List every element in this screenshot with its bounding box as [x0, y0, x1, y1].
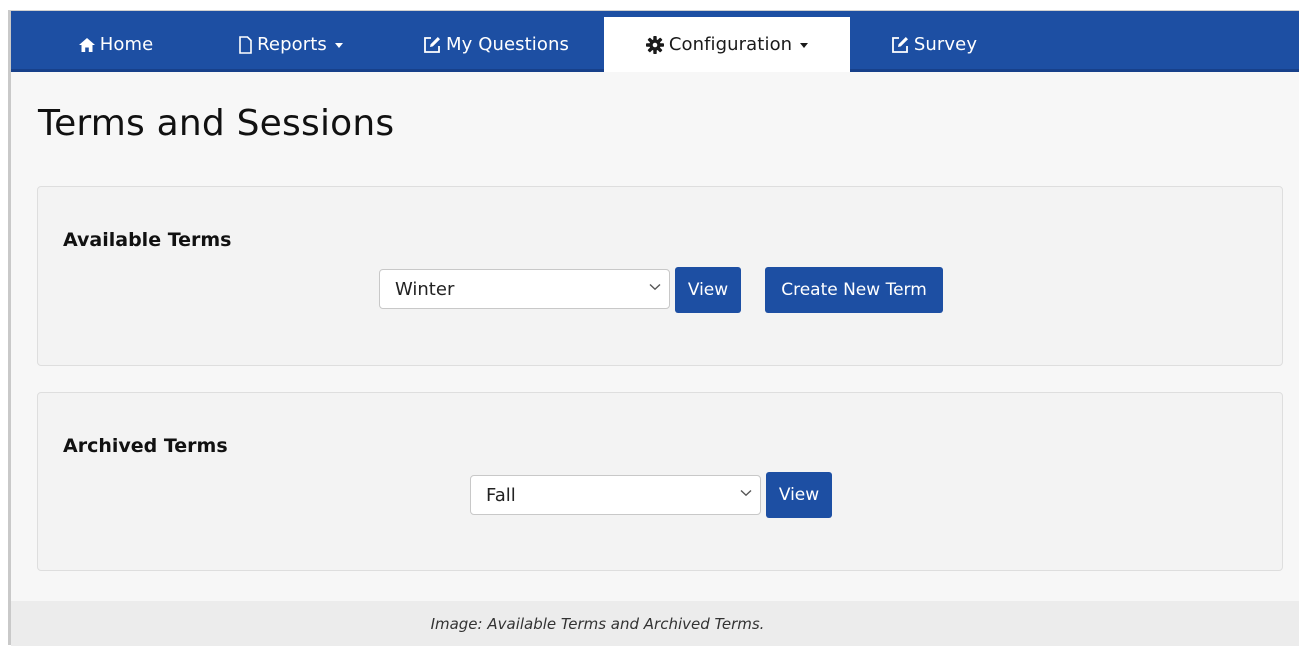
- archived-terms-view-button[interactable]: View: [766, 472, 832, 518]
- available-terms-heading: Available Terms: [63, 229, 232, 251]
- nav-configuration[interactable]: Configuration: [604, 17, 850, 72]
- nav-survey-label: Survey: [913, 34, 978, 55]
- archived-terms-panel: Archived Terms Fall View: [37, 392, 1283, 571]
- archived-terms-select[interactable]: Fall: [470, 475, 761, 515]
- nav-my-questions-label: My Questions: [446, 34, 569, 55]
- available-terms-selected: Winter: [395, 278, 455, 300]
- page-title: Terms and Sessions: [38, 103, 395, 144]
- app-frame: Home Reports My Questions Configuration …: [8, 10, 1299, 646]
- nav-configuration-label: Configuration: [668, 34, 793, 55]
- chevron-down-icon: [649, 283, 661, 291]
- edit-icon: [424, 36, 440, 53]
- chevron-down-icon: [334, 43, 343, 48]
- chevron-down-icon: [740, 489, 752, 497]
- archived-terms-heading: Archived Terms: [63, 435, 228, 457]
- nav-survey[interactable]: Survey: [879, 17, 989, 72]
- create-new-term-label: Create New Term: [781, 280, 927, 300]
- nav-home[interactable]: Home: [61, 17, 171, 72]
- caption-bar: Image: Available Terms and Archived Term…: [11, 601, 1299, 646]
- archived-terms-selected: Fall: [486, 484, 516, 506]
- nav-reports[interactable]: Reports: [221, 17, 361, 72]
- chevron-down-icon: [800, 43, 809, 48]
- home-icon: [78, 37, 95, 52]
- available-terms-panel: Available Terms Winter View Create New T…: [37, 186, 1283, 366]
- document-icon: [239, 35, 252, 54]
- create-new-term-button[interactable]: Create New Term: [765, 267, 943, 313]
- nav-my-questions[interactable]: My Questions: [406, 17, 586, 72]
- edit-icon: [891, 36, 908, 53]
- nav-reports-label: Reports: [257, 34, 327, 55]
- nav-home-label: Home: [99, 34, 154, 55]
- available-terms-view-button[interactable]: View: [675, 267, 741, 313]
- gear-icon: [645, 35, 664, 54]
- available-terms-select[interactable]: Winter: [379, 269, 670, 309]
- top-navbar: Home Reports My Questions Configuration …: [11, 11, 1299, 72]
- archived-terms-view-label: View: [778, 485, 820, 505]
- image-caption: Image: Available Terms and Archived Term…: [430, 614, 765, 633]
- available-terms-view-label: View: [687, 280, 729, 300]
